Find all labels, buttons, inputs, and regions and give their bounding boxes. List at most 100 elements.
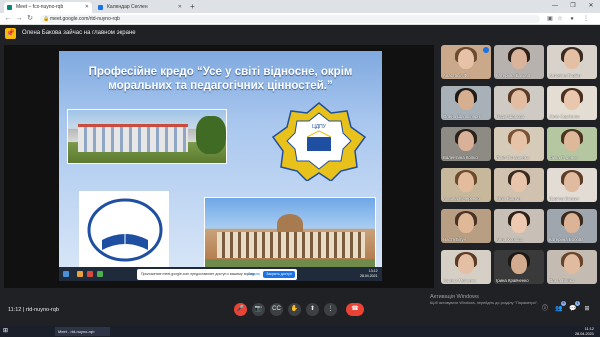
book-logo-icon: [87, 198, 163, 262]
tab-calendar[interactable]: Календар Сеглен ✕: [95, 2, 185, 13]
calendar-favicon-icon: [98, 5, 103, 10]
participant-name: Ірина Руденко: [549, 155, 578, 160]
activation-subtitle: Щоб активувати Windows, перейдіть до роз…: [430, 301, 539, 305]
bookmark-star-icon[interactable]: ☆: [556, 15, 564, 23]
participant-name: Дарина Бовкун: [549, 196, 579, 201]
url-input[interactable]: 🔒 meet.google.com/rtd-nuyno-rqb: [40, 15, 540, 23]
participant-tile[interactable]: Лілія Осташенко: [494, 127, 544, 161]
building-shape: [78, 124, 188, 152]
participant-tile[interactable]: Катерина Бобова: [547, 209, 597, 243]
participant-name: Настя Бігун: [443, 237, 466, 242]
participant-tile[interactable]: Альона Кучеренко: [441, 168, 491, 202]
reload-icon[interactable]: ↻: [25, 14, 35, 24]
participant-video: [458, 254, 474, 274]
participant-name: Олена Шапоклярн: [443, 114, 480, 119]
participant-video: [458, 131, 474, 151]
slide-title: Професійне кредо “Усе у світі відносне, …: [88, 66, 353, 92]
taskbar-clock[interactable]: 11:12 28.04.2021: [575, 327, 594, 336]
participant-video: [511, 254, 527, 274]
participant-tile[interactable]: Ольга Бойко: [547, 250, 597, 284]
end-call-icon[interactable]: ☎: [346, 303, 364, 316]
meeting-separator: |: [22, 307, 25, 313]
participant-video: [564, 213, 580, 233]
powerpoint-icon: [87, 271, 93, 277]
shared-clock: 13:12 28.04.2021: [360, 269, 378, 279]
stop-share-button[interactable]: Закрыть доступ: [263, 271, 295, 278]
participant-video: [458, 90, 474, 110]
close-tab-icon[interactable]: ✕: [178, 2, 182, 13]
participant-video: [564, 49, 580, 69]
participant-tile[interactable]: Дарина Бовкун: [547, 168, 597, 202]
participant-tile[interactable]: Настя Бігун: [441, 209, 491, 243]
taskbar-item-meet[interactable]: Meet - rtd-nuyno-rqb: [55, 327, 110, 336]
participant-name: Анастасія Ф...: [443, 73, 471, 78]
minimize-icon[interactable]: —: [546, 0, 564, 13]
participant-tile[interactable]: Карина Мельник: [441, 250, 491, 284]
participant-name: Ольга Бойко: [549, 278, 575, 283]
participant-video: [564, 254, 580, 274]
present-icon[interactable]: ⬆: [306, 303, 319, 316]
participant-name: Валентина Кольо: [443, 155, 478, 160]
more-icon[interactable]: ⋮: [324, 303, 337, 316]
participant-tile[interactable]: Надія Шавова: [494, 86, 544, 120]
participant-name: Карина Мельник: [443, 278, 476, 283]
participant-tile[interactable]: Анастасія Ф...: [441, 45, 491, 79]
participant-tile[interactable]: Ірина Кравченко: [494, 250, 544, 284]
presentation-slide: Професійне кредо “Усе у світі відносне, …: [59, 51, 382, 281]
plus-icon[interactable]: +: [190, 2, 195, 12]
windows-start-icon[interactable]: ⊞: [3, 328, 10, 335]
university-building-photo: [204, 197, 376, 275]
windows-taskbar: ⊞ Meet - rtd-nuyno-rqb 11:12 28.04.2021: [0, 326, 600, 337]
close-tab-icon[interactable]: ✕: [85, 2, 89, 13]
taskbar-date: 28.04.2021: [574, 331, 594, 336]
participant-tile[interactable]: Антоніна Горбат: [547, 45, 597, 79]
captions-icon[interactable]: CC: [270, 303, 283, 316]
browser-tab-bar: Meet – fcx-nuyno-rqb ✕ Календар Сеглен ✕…: [0, 0, 600, 13]
participant-tile[interactable]: Олена Шапоклярн: [441, 86, 491, 120]
tab-meet[interactable]: Meet – fcx-nuyno-rqb ✕: [4, 2, 92, 13]
maximize-icon[interactable]: ❐: [564, 0, 582, 13]
close-window-icon[interactable]: ✕: [582, 0, 600, 13]
university-emblem: ЦДПУ: [271, 102, 367, 181]
screen-share-bar: Приложение meet.google.com предоставляет…: [137, 269, 297, 280]
participant-tile[interactable]: Ірина Руденко: [547, 127, 597, 161]
participant-tile[interactable]: Катерина Бакова: [494, 45, 544, 79]
participant-video: [458, 172, 474, 192]
tree-shape: [196, 116, 226, 154]
share-message: Приложение meet.google.com предоставляет…: [141, 272, 256, 276]
raise-hand-icon[interactable]: ✋: [288, 303, 301, 316]
participant-name: Антоніна Горбат: [549, 73, 582, 78]
participant-video: [458, 49, 474, 69]
notice-text: Олена Бакова зайчас на главном экране: [22, 30, 136, 36]
menu-dots-icon[interactable]: ⋮: [582, 15, 590, 23]
tab-meet-label: Meet – fcx-nuyno-rqb: [16, 4, 64, 10]
camera-icon[interactable]: 📷: [252, 303, 265, 316]
participant-name: Катерина Бакова: [496, 73, 531, 78]
participant-video: [511, 49, 527, 69]
profile-avatar-icon[interactable]: ●: [568, 15, 576, 23]
meet-favicon-icon: [7, 5, 12, 10]
back-icon[interactable]: ←: [3, 14, 13, 24]
mic-off-icon[interactable]: 🎤: [234, 303, 247, 316]
chrome-icon: [97, 271, 103, 277]
address-bar: ← → ↻ 🔒 meet.google.com/rtd-nuyno-rqb ▣ …: [0, 13, 600, 25]
participant-tile[interactable]: Юлія Ковтун: [494, 168, 544, 202]
emblem-text: ЦДПУ: [312, 124, 327, 130]
participant-name: Лілія Осташенко: [496, 155, 530, 160]
hide-share-button[interactable]: Скрыть: [248, 271, 260, 278]
lock-icon: 🔒: [43, 16, 50, 22]
participant-name: Катерина Бобова: [549, 237, 584, 242]
participant-tile[interactable]: Юлія Сергієнко: [547, 86, 597, 120]
tab-calendar-label: Календар Сеглен: [107, 4, 148, 10]
participant-tile[interactable]: Валентина Кольо: [441, 127, 491, 161]
participant-tile[interactable]: Анна Хороша: [494, 209, 544, 243]
pin-icon[interactable]: 📌: [5, 28, 16, 39]
url-text: meet.google.com/rtd-nuyno-rqb: [50, 16, 120, 22]
participant-video: [511, 90, 527, 110]
participant-name: Юлія Ковтун: [496, 196, 521, 201]
participant-name: Ірина Кравченко: [496, 278, 529, 283]
camera-permission-icon[interactable]: ▣: [546, 15, 554, 23]
folder-icon: [77, 271, 83, 277]
participant-video: [458, 213, 474, 233]
forward-icon[interactable]: →: [14, 14, 24, 24]
